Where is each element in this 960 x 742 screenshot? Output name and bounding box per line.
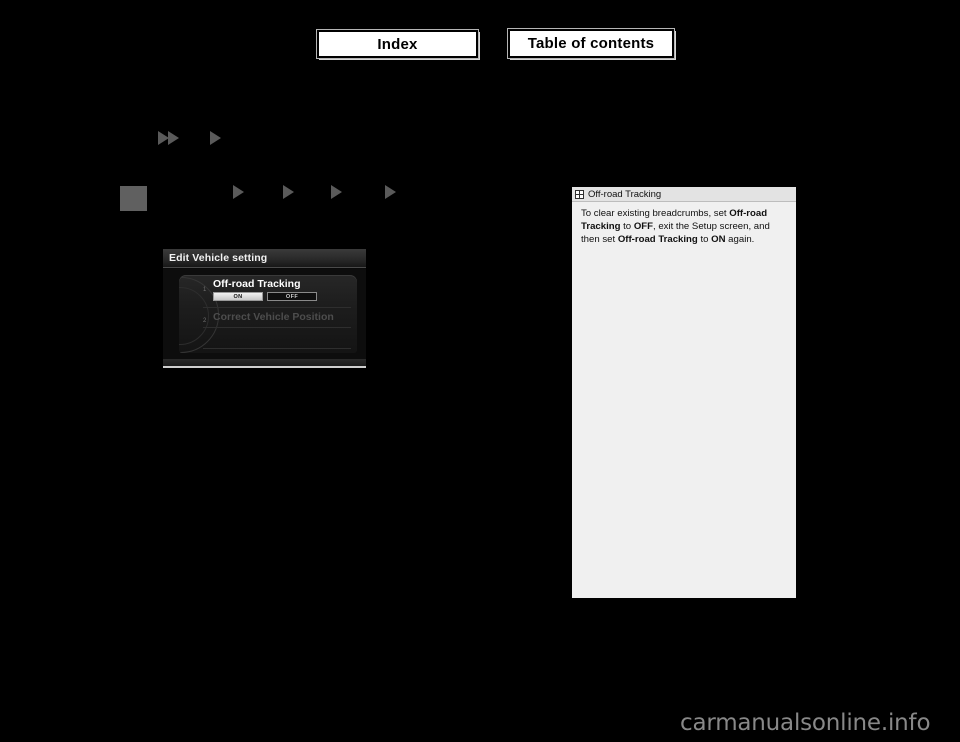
nav-system-screenshot: Edit Vehicle setting 1 Off-road Tracking… — [163, 249, 366, 368]
nav-screen-body: 1 Off-road Tracking ON OFF 2 Correct Veh… — [163, 269, 366, 366]
off-road-tracking-toggle-group: ON OFF — [213, 292, 317, 301]
nav-screen-footer — [163, 359, 366, 366]
index-button-label: Index — [377, 35, 418, 53]
info-body-text: to — [697, 234, 712, 246]
arrow-right-icon — [331, 185, 342, 199]
info-body-emphasis: ON — [711, 234, 726, 246]
off-road-tracking-off-button[interactable]: OFF — [267, 292, 317, 301]
info-body-text: To clear existing breadcrumbs, set — [581, 208, 730, 219]
nav-item-number: 2 — [203, 318, 207, 324]
arrow-right-icon — [210, 131, 221, 145]
nav-list-item-empty — [203, 329, 351, 349]
table-of-contents-button[interactable]: Table of contents — [507, 28, 675, 59]
nav-settings-list: 1 Off-road Tracking ON OFF 2 Correct Veh… — [179, 275, 357, 353]
nav-list-item-correct-vehicle-position[interactable]: 2 Correct Vehicle Position — [203, 309, 351, 328]
info-note-panel-title: Off-road Tracking — [588, 188, 662, 200]
info-body-text: again. — [725, 234, 755, 246]
info-note-panel-body: To clear existing breadcrumbs, set Off-r… — [581, 207, 787, 247]
info-body-text: to — [620, 221, 634, 233]
section-tab-marker — [120, 186, 147, 211]
info-body-emphasis: Off-road Tracking — [617, 234, 698, 246]
table-of-contents-button-label: Table of contents — [527, 35, 655, 52]
info-note-panel-header: Off-road Tracking — [572, 187, 796, 202]
arrow-right-icon — [168, 131, 179, 145]
off-road-tracking-on-button[interactable]: ON — [213, 292, 263, 301]
nav-screen-title: Edit Vehicle setting — [169, 252, 268, 264]
site-watermark: carmanualsonline.info — [680, 710, 931, 736]
note-icon — [575, 189, 584, 199]
arrow-right-icon — [233, 185, 244, 199]
index-button[interactable]: Index — [316, 29, 479, 59]
nav-list-item-off-road-tracking[interactable]: 1 Off-road Tracking ON OFF — [203, 278, 351, 308]
nav-item-number: 1 — [203, 287, 207, 293]
nav-item-label: Correct Vehicle Position — [213, 311, 334, 323]
info-body-emphasis: OFF — [633, 221, 653, 233]
arrow-right-icon — [283, 185, 294, 199]
nav-item-label: Off-road Tracking — [213, 278, 301, 290]
info-note-panel: Off-road Tracking To clear existing brea… — [572, 187, 796, 598]
arrow-right-icon — [385, 185, 396, 199]
